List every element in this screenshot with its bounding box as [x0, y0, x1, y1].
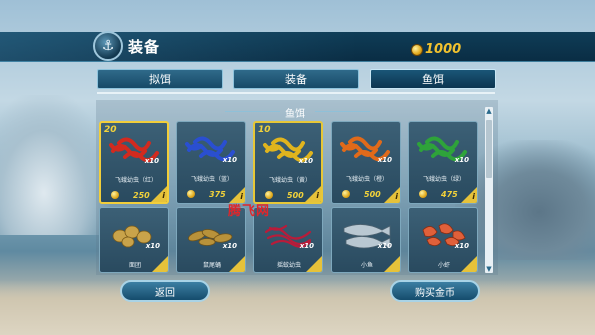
tab-bait[interactable]: 鱼饵 — [370, 69, 496, 89]
buy-coins-button[interactable]: 购买金币 — [390, 280, 480, 302]
gold-coin-icon — [411, 44, 423, 56]
item-card-green-moth-larvae[interactable]: x10 飞蛾幼虫（绿） 475 i — [408, 121, 478, 204]
scroll-down-arrow-icon[interactable]: ▼ — [485, 265, 493, 273]
scroll-up-arrow-icon[interactable]: ▲ — [485, 107, 493, 115]
item-name: 飞蛾幼虫（红） — [114, 177, 157, 184]
section-title: 鱼饵 — [285, 109, 305, 120]
item-price: 250 — [133, 190, 150, 200]
gold-coin-icon — [342, 190, 350, 198]
section-divider-right — [315, 111, 370, 112]
item-card-orange-moth-larvae[interactable]: x10 飞蛾幼虫（橙） 500 i — [331, 121, 401, 204]
item-price: 500 — [364, 189, 381, 199]
pack-quantity: x10 — [454, 242, 469, 250]
item-card-small-fish[interactable]: x10 小鱼 — [331, 207, 401, 273]
gold-coin-icon — [111, 191, 119, 199]
pack-quantity: x10 — [145, 242, 160, 250]
gold-coin-icon — [187, 190, 195, 198]
item-card-shrimp[interactable]: x10 小虾 — [408, 207, 478, 273]
info-button[interactable]: i — [316, 191, 319, 200]
item-name: 飞蛾幼虫（蓝） — [190, 176, 233, 183]
info-button[interactable]: i — [162, 191, 165, 200]
pack-quantity: x10 — [222, 156, 237, 164]
tab-underline — [97, 92, 495, 94]
pack-quantity: x10 — [299, 242, 314, 250]
page-title: 装备 — [128, 38, 161, 56]
equipment-logo-icon: ⚓ — [93, 31, 123, 61]
pack-quantity: x10 — [222, 242, 237, 250]
item-card-red-moth-larvae[interactable]: 20 x10 飞蛾幼虫（红） 250 i — [99, 121, 169, 204]
scrollbar-thumb[interactable] — [486, 120, 492, 178]
pack-quantity: x10 — [454, 156, 469, 164]
pack-quantity: x10 — [298, 157, 313, 165]
back-button[interactable]: 返回 — [120, 280, 210, 302]
info-button[interactable]: i — [472, 192, 475, 201]
item-card-yellow-moth-larvae[interactable]: 10 x10 飞蛾幼虫（黄） 500 i — [253, 121, 323, 204]
item-name: 飞蛾幼虫（橙） — [345, 176, 388, 183]
item-price: 500 — [287, 190, 304, 200]
item-card-dough[interactable]: x10 面团 — [99, 207, 169, 273]
info-button[interactable]: i — [395, 192, 398, 201]
pack-quantity: x10 — [377, 156, 392, 164]
gold-coin-icon — [265, 191, 273, 199]
site-watermark: 腾飞网 — [228, 204, 271, 219]
item-name: 飞蛾幼虫（绿） — [422, 176, 465, 183]
background-ice-left — [0, 95, 110, 235]
header-bar — [0, 32, 595, 62]
item-price: 475 — [441, 189, 458, 199]
item-card-blue-moth-larvae[interactable]: x10 飞蛾幼虫（蓝） 375 i — [176, 121, 246, 204]
pack-quantity: x10 — [377, 242, 392, 250]
coin-balance: 1000 — [425, 42, 462, 57]
pack-quantity: x10 — [144, 157, 159, 165]
tab-lures[interactable]: 拟饵 — [97, 69, 223, 89]
background-seabed — [0, 280, 595, 335]
item-name: 飞蛾幼虫（黄） — [268, 177, 311, 184]
gold-coin-icon — [419, 190, 427, 198]
tab-equipment[interactable]: 装备 — [233, 69, 359, 89]
item-price: 375 — [209, 189, 226, 199]
